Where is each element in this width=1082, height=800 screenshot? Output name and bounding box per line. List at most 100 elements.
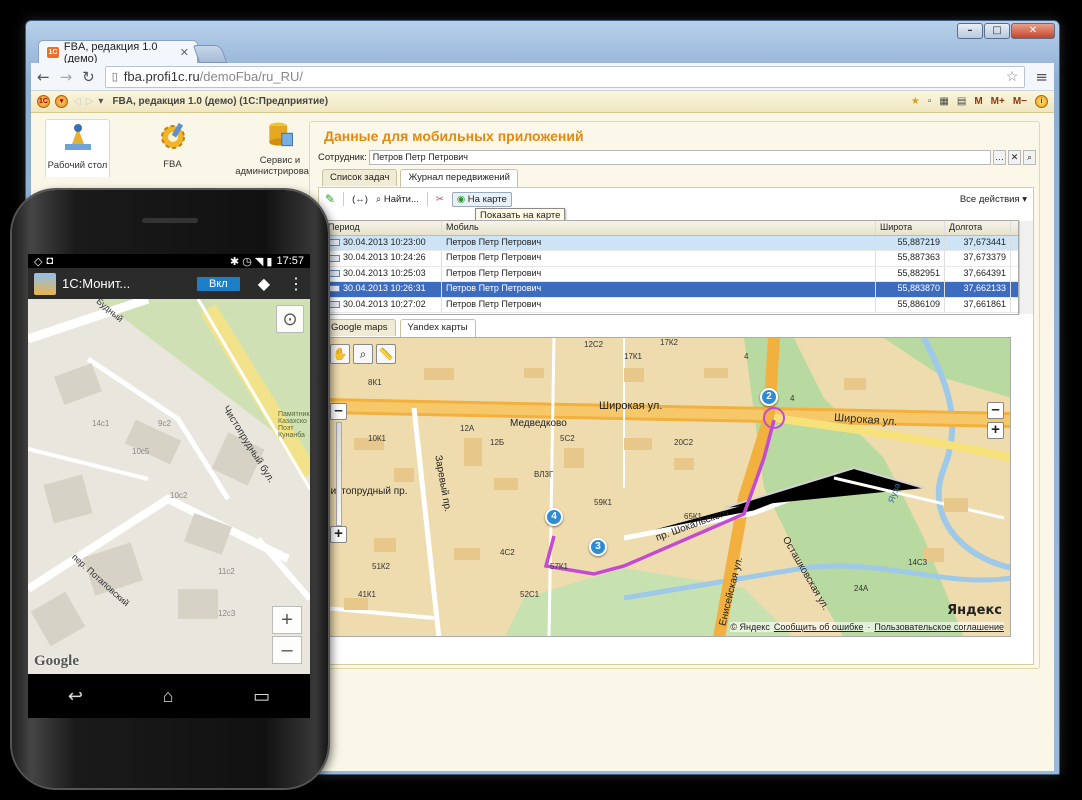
- table-row-selected[interactable]: 30.04.2013 10:26:31 Петров Петр Петрович…: [324, 282, 1018, 298]
- map-pin-3[interactable]: 3: [589, 538, 607, 562]
- tab-task-list[interactable]: Список задач: [322, 169, 398, 186]
- table-row[interactable]: 30.04.2013 10:23:00 Петров Петр Петрович…: [324, 236, 1018, 252]
- zoom-out-button-right[interactable]: –: [987, 402, 1004, 419]
- employee-field[interactable]: Петров Петр Петрович: [368, 150, 991, 165]
- user-agreement-link[interactable]: Пользовательское соглашение: [874, 622, 1004, 632]
- window-controls: – □ ✕: [957, 23, 1055, 39]
- cell-lat: 55,882951: [876, 266, 945, 282]
- page-title: Данные для мобильных приложений: [324, 128, 584, 144]
- search-employee-icon[interactable]: ⌕: [1023, 150, 1036, 165]
- back-nav-icon[interactable]: ◁: [73, 96, 81, 107]
- memory-plus-button[interactable]: M+: [991, 96, 1005, 107]
- calendar-icon[interactable]: ▤: [957, 96, 966, 107]
- col-mobile[interactable]: Мобиль: [442, 221, 876, 235]
- close-window-button[interactable]: ✕: [1011, 23, 1055, 39]
- building-label: 65К1: [684, 512, 703, 521]
- favorites-icon[interactable]: ★: [911, 96, 920, 107]
- report-error-link[interactable]: Сообщить об ошибке: [774, 622, 864, 632]
- forward-nav-icon[interactable]: ▷: [86, 96, 94, 107]
- tab-movement-log[interactable]: Журнал передвижений: [400, 169, 518, 187]
- table-row[interactable]: 30.04.2013 10:27:02 Петров Петр Петрович…: [324, 297, 1018, 313]
- cancel-search-icon[interactable]: ✂: [436, 194, 444, 205]
- col-period[interactable]: Период: [324, 221, 442, 235]
- phone-zoom-in-button[interactable]: +: [272, 606, 302, 634]
- col-lat[interactable]: Широта: [876, 221, 945, 235]
- clock: 17:57: [276, 255, 304, 267]
- table-row[interactable]: 30.04.2013 10:25:03 Петров Петр Петрович…: [324, 266, 1018, 283]
- recents-key-icon[interactable]: ▭: [253, 686, 270, 707]
- pin-label: 4: [545, 508, 563, 526]
- clear-employee-icon[interactable]: ✕: [1008, 150, 1021, 165]
- select-employee-button[interactable]: …: [993, 150, 1006, 165]
- forward-icon[interactable]: →: [60, 68, 73, 86]
- zoom-out-button[interactable]: –: [330, 403, 347, 420]
- building-label: 4: [790, 394, 795, 403]
- refresh-icon[interactable]: (↔): [352, 194, 368, 205]
- overflow-menu-icon[interactable]: ⋮: [288, 274, 304, 294]
- building-label: 8К1: [368, 378, 382, 387]
- zoom-in-button[interactable]: +: [330, 526, 347, 543]
- tab-google-maps[interactable]: Google maps: [323, 319, 396, 336]
- section-desktop[interactable]: Рабочий стол: [45, 119, 110, 177]
- cell-lat: 55,887219: [876, 236, 945, 251]
- memory-minus-button[interactable]: M−: [1013, 96, 1027, 107]
- my-location-icon[interactable]: ⊙: [276, 305, 304, 333]
- metro-label: Медведково: [510, 418, 567, 429]
- app-icon[interactable]: [34, 272, 56, 295]
- zoom-in-button-right[interactable]: +: [987, 422, 1004, 439]
- period-text: 30.04.2013 10:23:00: [343, 237, 426, 247]
- map-tabs: Google maps Yandex карты: [323, 319, 476, 337]
- address-bar[interactable]: ▯ fba.profi1c.ru/demoFba/ru_RU/ ☆: [104, 65, 1026, 88]
- navigate-icon[interactable]: ◆: [258, 274, 270, 294]
- navigation-bar: ← → ↻ ▯ fba.profi1c.ru/demoFba/ru_RU/ ☆ …: [31, 63, 1054, 91]
- zoom-area-icon[interactable]: ⌕: [353, 344, 373, 364]
- back-icon[interactable]: ←: [37, 68, 50, 86]
- info-icon[interactable]: i: [1035, 95, 1048, 108]
- enable-toggle[interactable]: Вкл: [196, 276, 240, 291]
- building-label: 12Б: [490, 438, 505, 447]
- zoom-slider[interactable]: [336, 422, 342, 526]
- history-dropdown-icon[interactable]: ▾: [98, 96, 103, 107]
- main-menu-icon[interactable]: ▾: [55, 95, 68, 108]
- reload-icon[interactable]: ↻: [82, 68, 95, 86]
- memory-button[interactable]: M: [974, 96, 982, 107]
- all-actions-menu[interactable]: Все действия ▾: [960, 194, 1027, 205]
- phone-map[interactable]: Будный Чистопрудный бул. пер. Потаповски…: [28, 299, 310, 674]
- maximize-button[interactable]: □: [984, 23, 1010, 39]
- cell-name: Петров Петр Петрович: [442, 282, 876, 297]
- ruler-icon[interactable]: 📏: [376, 344, 396, 364]
- new-tab-button[interactable]: [192, 45, 228, 63]
- col-lon[interactable]: Долгота: [945, 221, 1011, 235]
- cell-lat: 55,886109: [876, 297, 945, 312]
- table-row[interactable]: 30.04.2013 10:24:26 Петров Петр Петрович…: [324, 251, 1018, 267]
- pan-hand-icon[interactable]: ✋: [330, 344, 350, 364]
- show-on-map-button[interactable]: ◉ На карте: [451, 191, 512, 207]
- bookmark-star-icon[interactable]: ☆: [1006, 68, 1019, 85]
- menu-icon[interactable]: ≡: [1035, 68, 1048, 86]
- find-button[interactable]: ⌕ Найти...: [376, 194, 419, 205]
- tab-close-icon[interactable]: ✕: [180, 46, 189, 59]
- map-pin-2[interactable]: 2: [760, 388, 778, 412]
- phone-building-label: 12с3: [218, 609, 236, 618]
- home-key-icon[interactable]: ⌂: [163, 686, 174, 707]
- 1c-logo-icon[interactable]: 1C: [37, 95, 50, 108]
- edit-icon[interactable]: ✎: [325, 192, 335, 206]
- back-key-icon[interactable]: ↩: [68, 686, 83, 707]
- link-icon[interactable]: ▫: [928, 96, 932, 107]
- tab-yandex-maps[interactable]: Yandex карты: [399, 319, 476, 337]
- page-icon: ▯: [111, 71, 118, 83]
- pin-label: 2: [760, 388, 778, 406]
- minimize-button[interactable]: –: [957, 23, 983, 39]
- pin-label: 3: [589, 538, 607, 556]
- section-fba[interactable]: FBA: [140, 119, 205, 177]
- table-scrollbar[interactable]: [1019, 221, 1033, 314]
- building-label: 52С1: [520, 590, 540, 599]
- map-pin-4[interactable]: 4: [545, 508, 563, 532]
- phone-zoom-out-button[interactable]: –: [272, 636, 302, 664]
- copyright-text: © Яндекс: [730, 622, 770, 632]
- calc-icon[interactable]: ▦: [939, 96, 948, 107]
- employee-row: Сотрудник: Петров Петр Петрович … ✕ ⌕: [318, 150, 1036, 165]
- row-icon: [328, 300, 340, 308]
- browser-tab[interactable]: 1C FBA, редакция 1.0 (демо) ✕: [38, 40, 198, 65]
- yandex-map[interactable]: Широкая ул. Широкая ул. Заревый пр. Чист…: [323, 337, 1011, 637]
